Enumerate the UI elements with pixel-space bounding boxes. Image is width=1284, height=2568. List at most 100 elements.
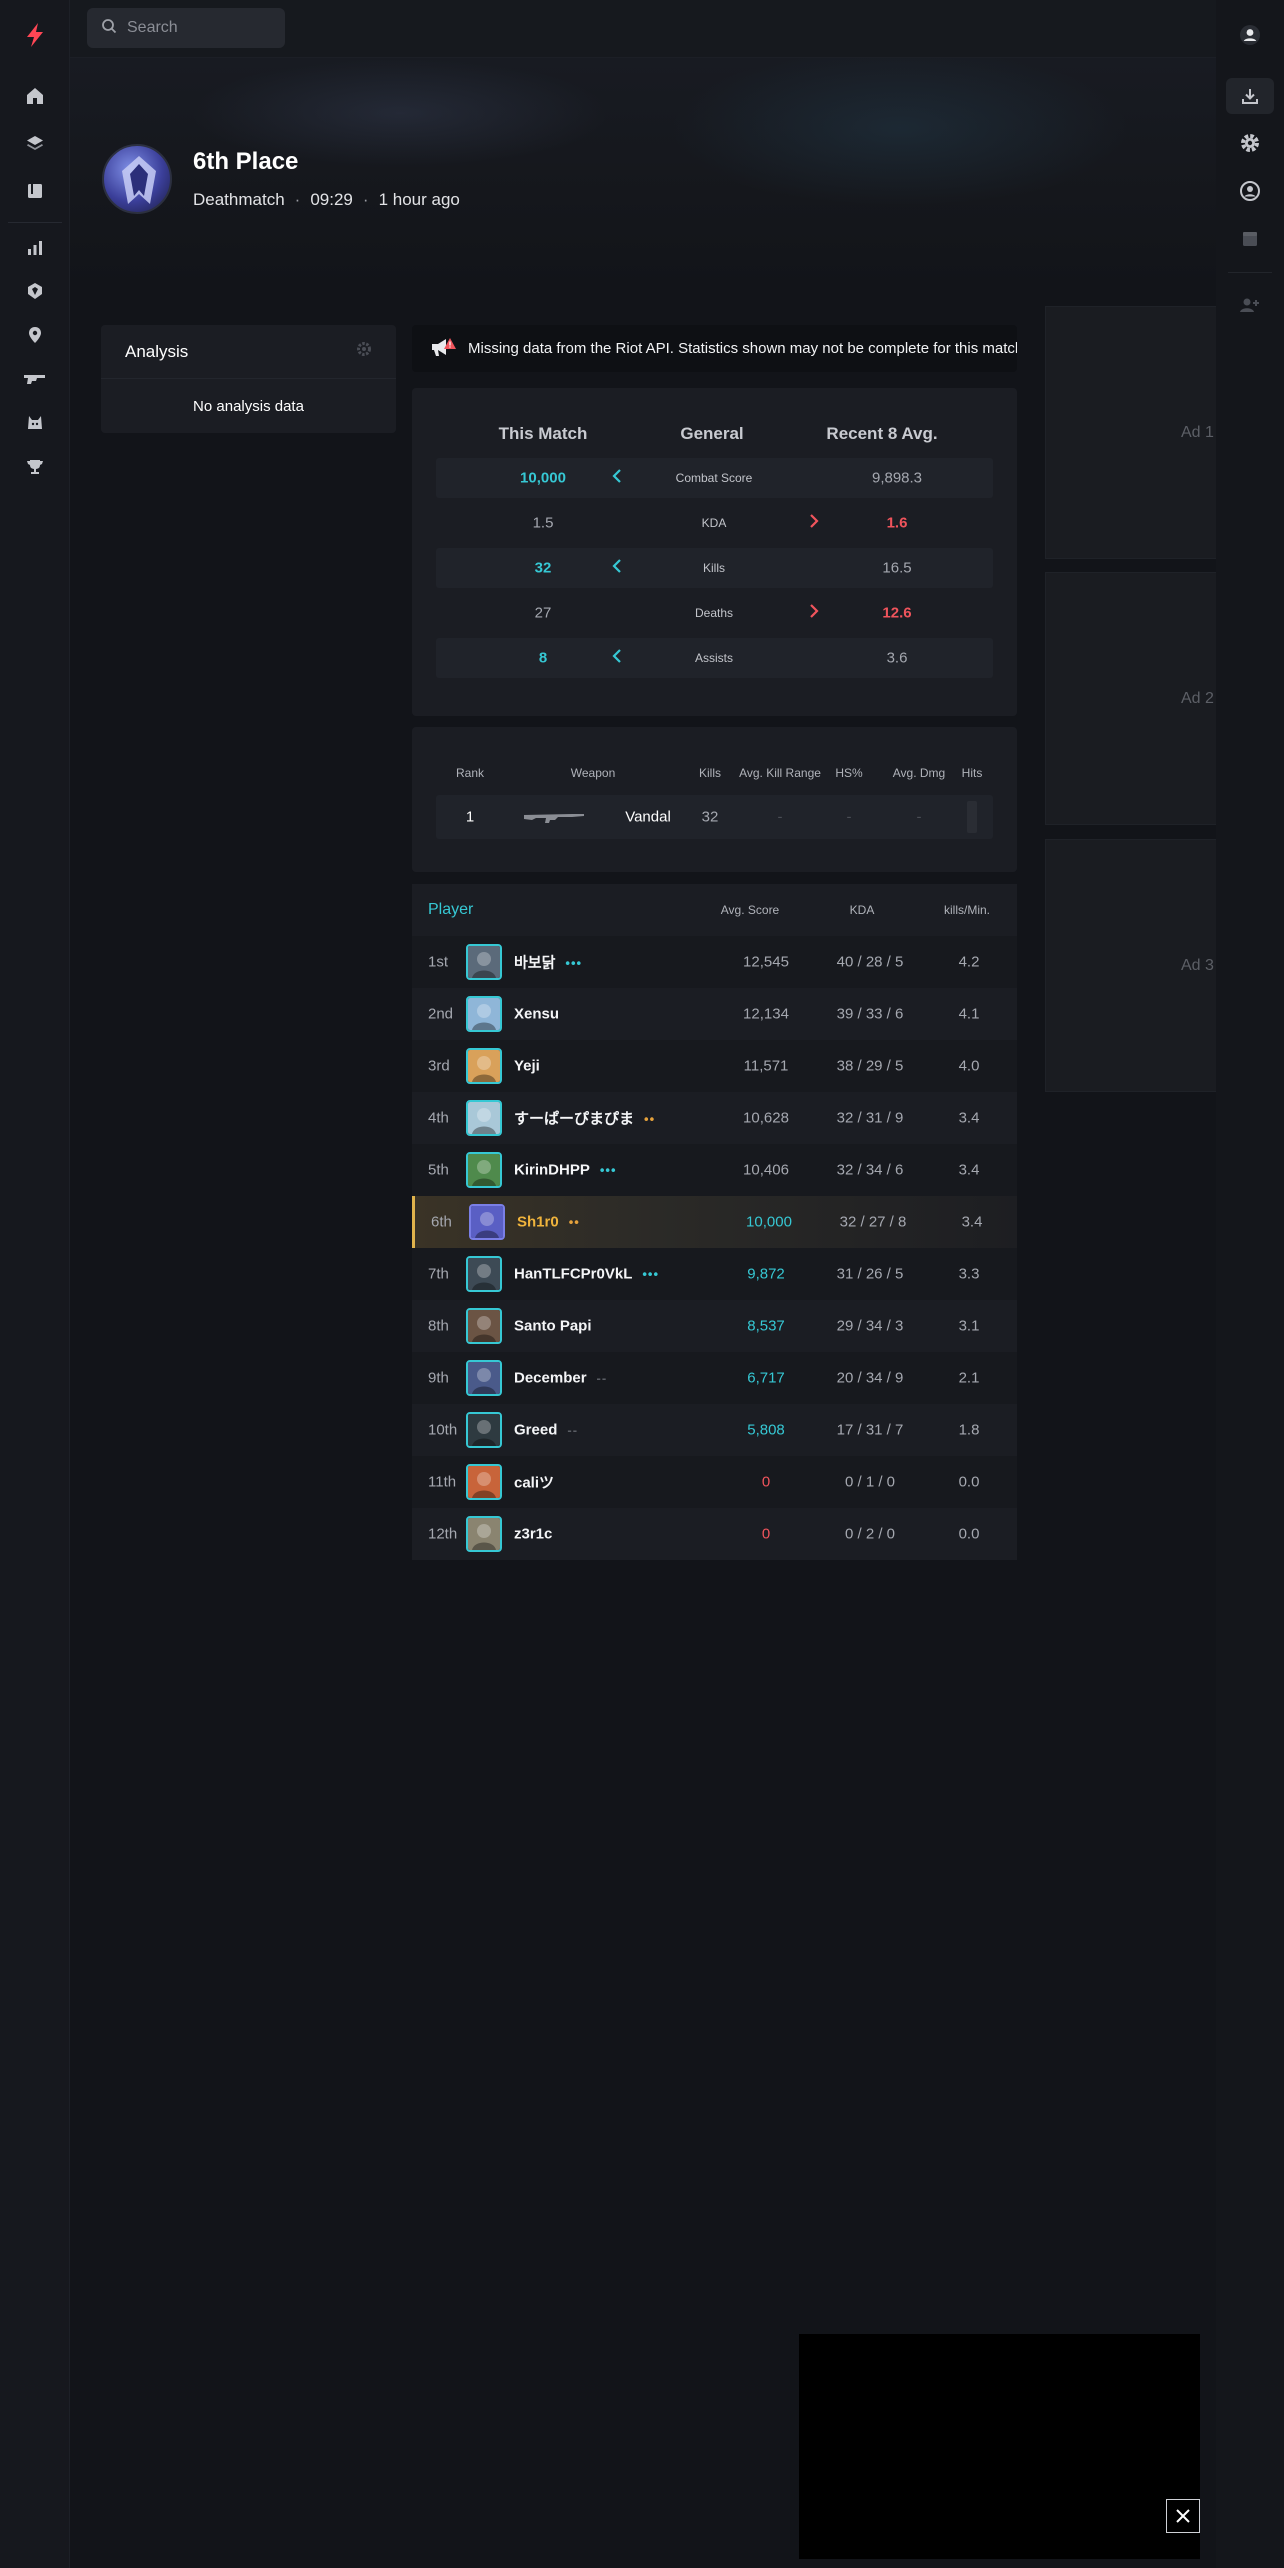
player-kills-per-min: 4.0: [958, 1057, 980, 1075]
search-box[interactable]: [87, 8, 285, 48]
player-name-text[interactable]: Sh1r0: [517, 1214, 559, 1231]
trophy-icon[interactable]: [22, 454, 48, 480]
player-row[interactable]: 8th Santo Papi 8,537 29 / 34 / 3 3.1: [412, 1300, 1017, 1352]
player-rank: 10th: [428, 1421, 458, 1439]
weapon-hs: -: [846, 808, 852, 826]
player-kda: 40 / 28 / 5: [836, 953, 904, 971]
match-duration: 09:29: [310, 190, 353, 209]
ad-slot-1[interactable]: Ad 1: [1045, 306, 1216, 559]
player-name-text[interactable]: Yeji: [514, 1058, 540, 1075]
player-row[interactable]: 7th HanTLFCPr0VkL ••• 9,872 31 / 26 / 5 3.3: [412, 1248, 1017, 1300]
player-name[interactable]: すーぱーぴまぴま ••: [514, 1108, 655, 1129]
ad-slot-2[interactable]: Ad 2: [1045, 572, 1216, 825]
player-avg-score: 10,628: [743, 1109, 789, 1127]
player-name[interactable]: Sh1r0 ••: [517, 1214, 580, 1231]
player-rank: 3rd: [428, 1057, 450, 1075]
search-input[interactable]: [127, 19, 277, 37]
player-row[interactable]: 6th Sh1r0 •• 10,000 32 / 27 / 8 3.4: [412, 1196, 1017, 1248]
player-avg-score: 0: [761, 1525, 771, 1543]
ad-slot-3[interactable]: Ad 3: [1045, 839, 1216, 1092]
home-icon[interactable]: [22, 83, 48, 109]
meta-separator: ·: [362, 190, 369, 209]
header-kda: KDA: [849, 903, 875, 917]
left-sidebar: [0, 0, 70, 2568]
player-name[interactable]: Xensu: [514, 1006, 559, 1023]
ad-label: Ad 3: [1181, 956, 1214, 974]
download-icon[interactable]: [1226, 78, 1274, 114]
gear-icon[interactable]: [1234, 127, 1266, 159]
settings-gear-icon[interactable]: [356, 341, 372, 362]
player-rank: 12th: [428, 1525, 458, 1543]
chart-icon[interactable]: [22, 235, 48, 261]
player-name-text[interactable]: HanTLFCPr0VkL: [514, 1266, 632, 1283]
user-icon[interactable]: [1234, 19, 1266, 51]
player-kda: 29 / 34 / 3: [836, 1317, 904, 1335]
player-row[interactable]: 10th Greed -- 5,808 17 / 31 / 7 1.8: [412, 1404, 1017, 1456]
match-comparison-panel: This Match General Recent 8 Avg. 10,000 C…: [412, 388, 1017, 716]
player-row[interactable]: 9th December -- 6,717 20 / 34 / 9 2.1: [412, 1352, 1017, 1404]
logo-bolt-icon[interactable]: [20, 20, 50, 50]
weapon-dmg: -: [916, 808, 922, 826]
player-name[interactable]: HanTLFCPr0VkL •••: [514, 1266, 659, 1283]
analysis-empty: No analysis data: [193, 397, 304, 415]
player-name[interactable]: KirinDHPP •••: [514, 1162, 617, 1179]
player-row[interactable]: 1st 바보닭 ••• 12,545 40 / 28 / 5 4.2: [412, 936, 1017, 988]
notice-text: Missing data from the Riot API. Statisti…: [468, 340, 1017, 357]
cat-icon[interactable]: [22, 410, 48, 436]
map-pin-icon[interactable]: [22, 322, 48, 348]
header-player: Player: [428, 901, 474, 918]
video-player[interactable]: [799, 2334, 1200, 2559]
player-agent-avatar: [466, 944, 502, 980]
player-name-text[interactable]: Santo Papi: [514, 1318, 592, 1335]
analysis-panel: Analysis No analysis data: [101, 325, 396, 433]
scoreboard-header: Player Avg. Score KDA kills/Min.: [412, 884, 1017, 936]
agent-icon[interactable]: [22, 278, 48, 304]
ad-label: Ad 1: [1181, 423, 1214, 441]
player-row[interactable]: 11th caliツ 0 0 / 1 / 0 0.0: [412, 1456, 1017, 1508]
player-rank: 7th: [428, 1265, 449, 1283]
gun-icon[interactable]: [22, 366, 48, 392]
layers-icon[interactable]: [22, 130, 48, 156]
player-avg-score: 6,717: [747, 1369, 785, 1387]
player-name-text[interactable]: caliツ: [514, 1475, 554, 1492]
megaphone-warning-icon: [430, 336, 456, 362]
player-name[interactable]: caliツ: [514, 1472, 554, 1493]
player-name-text[interactable]: Greed: [514, 1422, 557, 1439]
player-name[interactable]: December --: [514, 1370, 607, 1387]
player-avg-score: 11,571: [743, 1057, 789, 1075]
player-kda: 39 / 33 / 6: [836, 1005, 904, 1023]
box-icon[interactable]: [1234, 223, 1266, 255]
player-name-text[interactable]: KirinDHPP: [514, 1162, 590, 1179]
book-icon[interactable]: [22, 178, 48, 204]
player-kills-per-min: 4.1: [958, 1005, 980, 1023]
player-rank: 11th: [428, 1473, 457, 1491]
player-name[interactable]: Santo Papi: [514, 1318, 592, 1335]
this-match-value: 32: [534, 559, 552, 577]
player-row[interactable]: 4th すーぱーぴまぴま •• 10,628 32 / 31 / 9 3.4: [412, 1092, 1017, 1144]
player-name[interactable]: Greed --: [514, 1422, 578, 1439]
player-agent-avatar: [466, 1308, 502, 1344]
player-row[interactable]: 2nd Xensu 12,134 39 / 33 / 6 4.1: [412, 988, 1017, 1040]
player-row[interactable]: 12th z3r1c 0 0 / 2 / 0 0.0: [412, 1508, 1017, 1560]
header-general: General: [680, 424, 744, 443]
player-row[interactable]: 5th KirinDHPP ••• 10,406 32 / 34 / 6 3.4: [412, 1144, 1017, 1196]
player-name[interactable]: Yeji: [514, 1058, 540, 1075]
player-name-text[interactable]: z3r1c: [514, 1526, 552, 1543]
player-name-text[interactable]: すーぱーぴまぴま: [514, 1111, 634, 1128]
player-name-text[interactable]: 바보닭: [514, 955, 555, 972]
player-name[interactable]: 바보닭 •••: [514, 952, 582, 973]
weapon-row[interactable]: 1 Vandal 32 - - -: [436, 795, 993, 839]
player-avg-score: 10,000: [746, 1213, 792, 1231]
add-friend-icon[interactable]: [1234, 289, 1266, 321]
stat-label: Assists: [694, 651, 734, 665]
close-icon[interactable]: [1166, 2499, 1200, 2533]
profile-icon[interactable]: [1234, 175, 1266, 207]
player-name[interactable]: z3r1c: [514, 1526, 552, 1543]
player-agent-avatar: [466, 1516, 502, 1552]
weapons-header-weapon: Weapon: [570, 766, 616, 780]
player-name-text[interactable]: December: [514, 1370, 587, 1387]
player-kills-per-min: 4.2: [958, 953, 980, 971]
player-name-text[interactable]: Xensu: [514, 1006, 559, 1023]
weapon-name: Vandal: [625, 808, 671, 826]
player-row[interactable]: 3rd Yeji 11,571 38 / 29 / 5 4.0: [412, 1040, 1017, 1092]
